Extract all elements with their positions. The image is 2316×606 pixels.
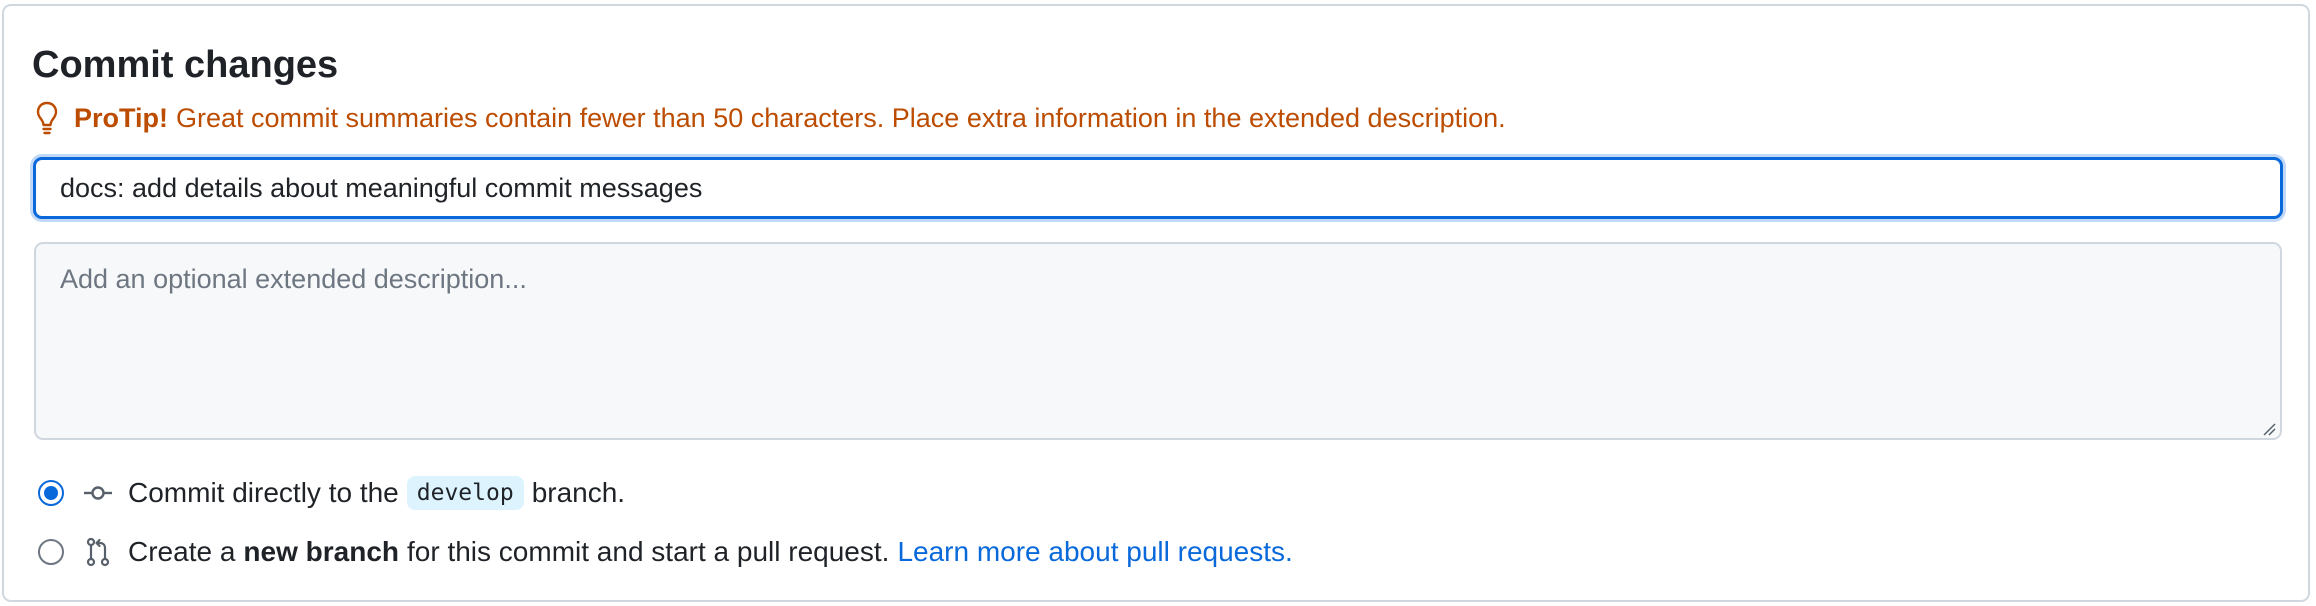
new-branch-option[interactable]: Create a new branch for this commit and …	[38, 532, 1293, 572]
lightbulb-icon	[34, 100, 60, 136]
new-branch-prefix: Create a	[128, 536, 236, 567]
new-branch-suffix: for this commit and start a pull request…	[407, 536, 890, 567]
extended-description-textarea[interactable]	[34, 242, 2282, 440]
branch-name: develop	[406, 476, 524, 510]
commit-directly-radio[interactable]	[38, 480, 64, 506]
git-pull-request-icon	[82, 536, 114, 568]
commit-directly-label: Commit directly to the	[128, 477, 399, 508]
learn-more-pull-requests-link[interactable]: Learn more about pull requests.	[897, 536, 1292, 568]
git-commit-icon	[82, 477, 114, 509]
protip-label: ProTip!	[74, 102, 168, 133]
commit-summary-input[interactable]	[33, 157, 2283, 219]
protip-hint: ProTip! Great commit summaries contain f…	[34, 98, 1506, 138]
new-branch-radio[interactable]	[38, 539, 64, 565]
commit-directly-option[interactable]: Commit directly to the develop branch.	[38, 473, 625, 513]
commit-directly-suffix: branch.	[531, 477, 626, 508]
page-title: Commit changes	[32, 44, 339, 86]
resize-handle-icon[interactable]	[2262, 422, 2276, 436]
protip-text: Great commit summaries contain fewer tha…	[176, 102, 1506, 133]
new-branch-bold: new branch	[243, 536, 399, 567]
